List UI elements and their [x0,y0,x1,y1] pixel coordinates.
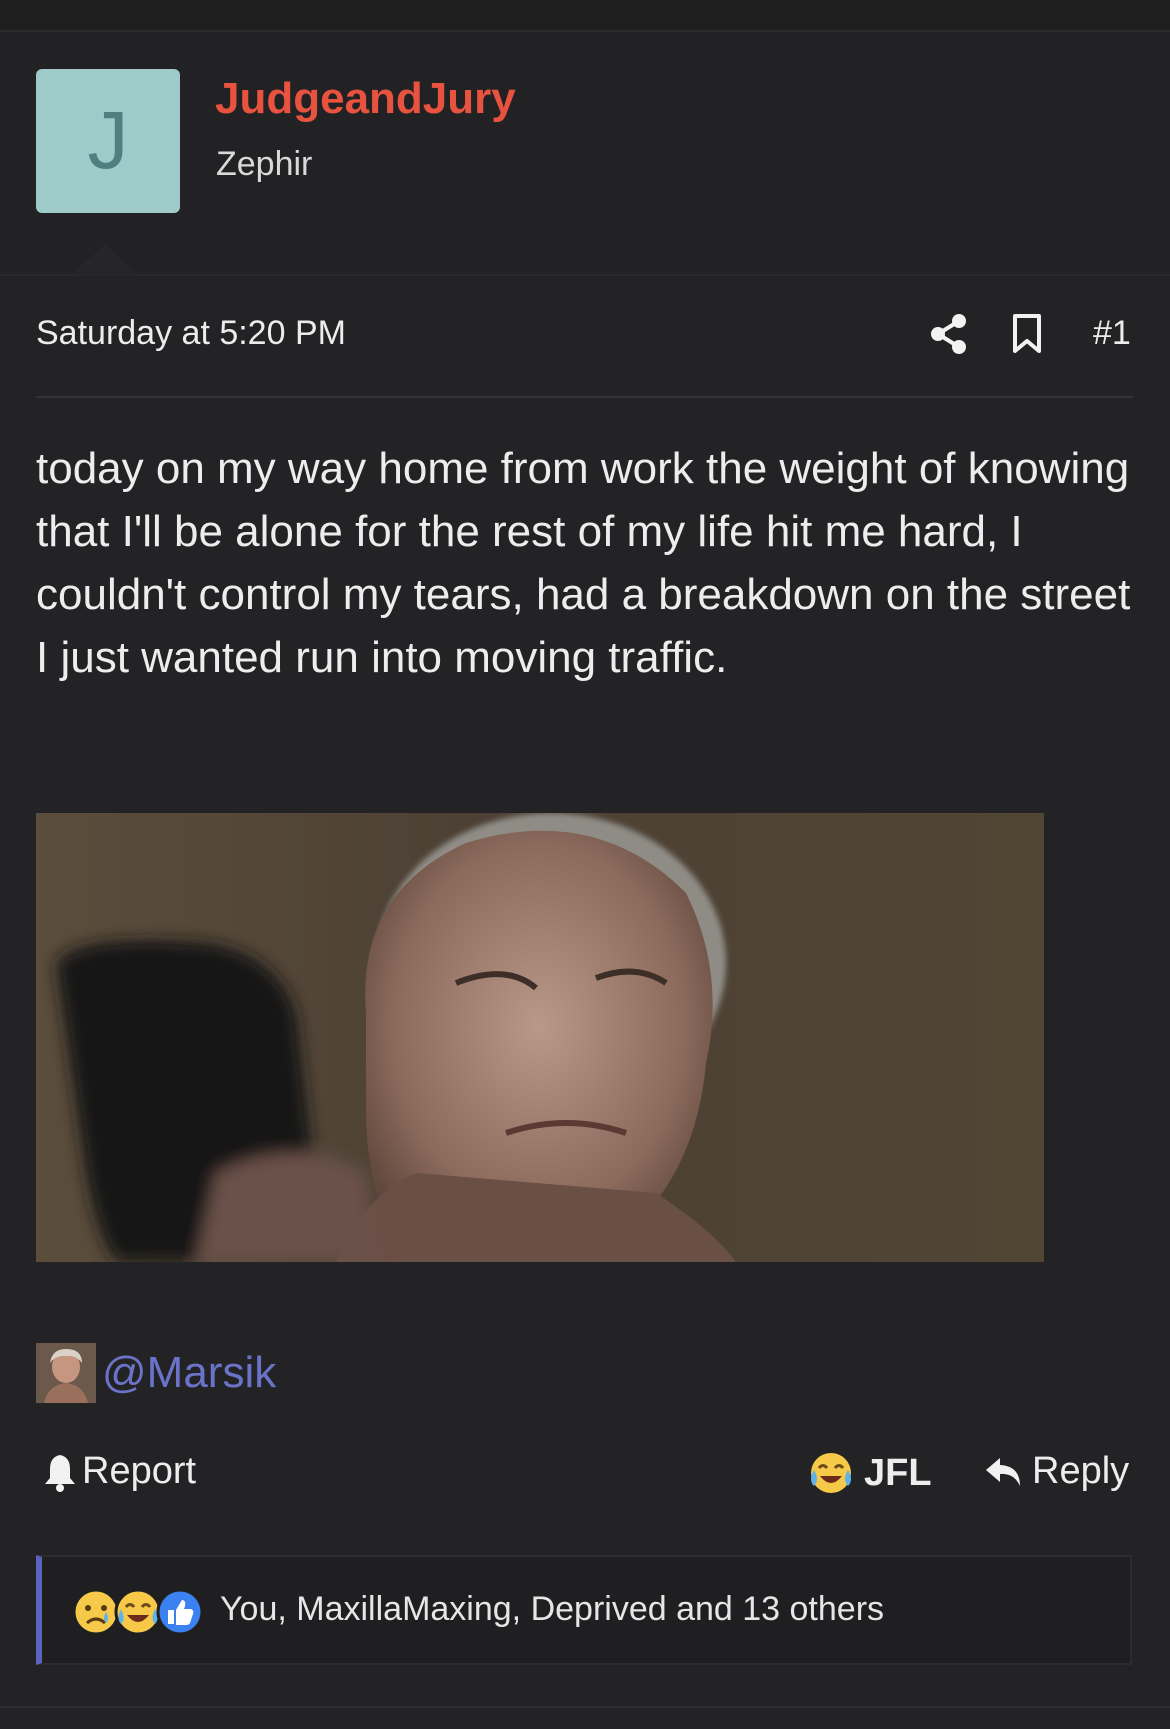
post-body-text: today on my way home from work the weigh… [36,444,1131,682]
jfl-label: JFL [864,1451,932,1494]
share-icon[interactable] [929,312,969,361]
post-date[interactable]: Saturday at 5:20 PM [36,314,346,353]
avatar-letter: J [87,95,129,186]
user-avatar[interactable]: J [36,69,180,213]
reply-button[interactable]: Reply [984,1450,1129,1493]
crying-laughing-emoji-icon [114,1588,162,1636]
report-label: Report [82,1450,197,1492]
header-pointer [71,244,139,275]
reaction-summary-text[interactable]: You, MaxillaMaxing, Deprived and 13 othe… [220,1590,884,1629]
crying-laughing-emoji-icon [811,1453,851,1493]
post-meta-bar: Saturday at 5:20 PM #1 [36,306,1133,398]
reply-arrow-icon [986,1457,1020,1486]
report-button[interactable]: Report [42,1450,196,1493]
sad-emoji-icon [72,1588,120,1636]
bottom-divider [0,1706,1170,1708]
username-link[interactable]: JudgeandJury [215,74,516,124]
jfl-react-button[interactable]: JFL [808,1450,932,1496]
mention-link[interactable]: @Marsik [102,1348,276,1398]
post-embedded-image[interactable] [36,813,1044,1262]
mention-avatar[interactable] [36,1343,96,1403]
user-title: Zephir [216,145,313,183]
bookmark-icon[interactable] [1010,312,1044,361]
reply-label: Reply [1032,1450,1130,1492]
mention-row: @Marsik [36,1343,276,1403]
post-number-link[interactable]: #1 [1093,314,1131,353]
thumbs-up-icon [156,1588,204,1636]
reactions-summary-bar[interactable]: You, MaxillaMaxing, Deprived and 13 othe… [36,1555,1132,1665]
top-bar [0,0,1170,32]
reaction-icon-stack [72,1588,204,1636]
post-user-header: J JudgeandJury Zephir [0,32,1170,276]
post-actions: Report JFL Reply [36,1450,1136,1510]
bell-icon [45,1454,75,1492]
